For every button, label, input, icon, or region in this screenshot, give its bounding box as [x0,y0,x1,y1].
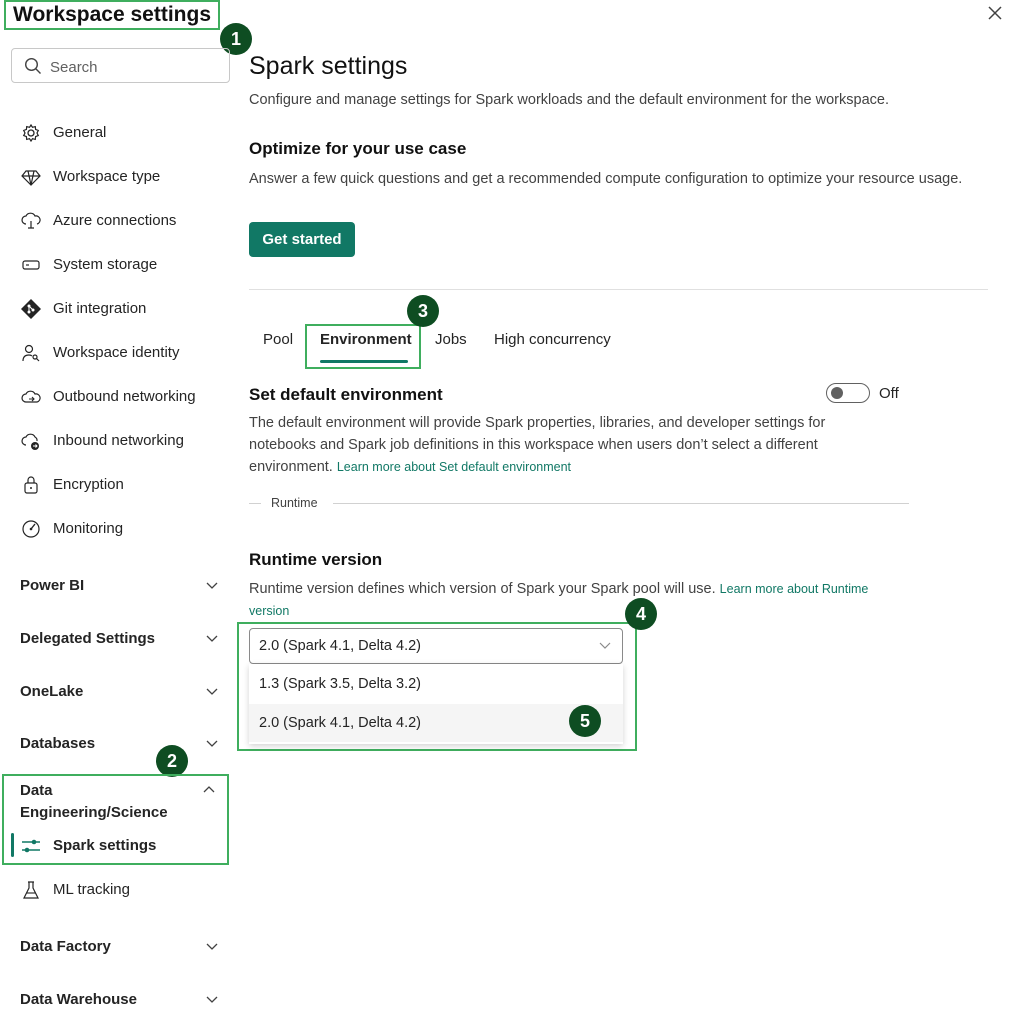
divider [249,289,988,290]
active-tab-indicator [320,360,408,363]
default-environment-toggle[interactable] [826,383,870,403]
cloud-arrow-in-icon [21,433,39,450]
dropdown-option[interactable]: 1.3 (Spark 3.5, Delta 3.2) [249,665,623,703]
main-description: Configure and manage settings for Spark … [249,92,889,108]
sliders-icon [22,839,40,853]
section-label: Power BI [20,577,85,594]
annotation-badge-4: 4 [625,598,657,630]
sidebar-item-system-storage[interactable]: System storage [20,251,225,279]
section-label: Databases [20,735,96,752]
option-label: 2.0 (Spark 4.1, Delta 4.2) [259,715,421,731]
sidebar-item-label: General [53,124,107,141]
dropdown-options-list: 1.3 (Spark 3.5, Delta 3.2) 2.0 (Spark 4.… [249,664,623,744]
sidebar-item-monitoring[interactable]: Monitoring [20,515,225,543]
sidebar-item-encryption[interactable]: Encryption [20,471,225,499]
runtime-version-dropdown[interactable]: 2.0 (Spark 4.1, Delta 4.2) [249,628,623,664]
search-icon [24,57,41,74]
sidebar-item-workspace-type[interactable]: Workspace type [20,163,225,191]
sidebar-item-ml-tracking[interactable]: ML tracking [20,876,225,904]
dropdown-option-selected[interactable]: 2.0 (Spark 4.1, Delta 4.2) [249,704,623,742]
sidebar-item-label: Monitoring [53,520,124,537]
section-label: Data Warehouse [20,991,137,1008]
flask-icon [23,881,39,899]
annotation-badge-2: 2 [156,745,188,777]
chevron-down-icon [599,642,611,649]
search-box[interactable] [11,48,230,83]
sidebar-item-label: Spark settings [53,837,157,854]
cloud-arrow-out-icon [21,390,41,403]
description-text: Runtime version defines which version of… [249,581,716,597]
learn-more-environment-link[interactable]: Learn more about Set default environment [337,460,571,474]
sidebar-item-label: Outbound networking [53,388,196,405]
sidebar-item-label: Workspace type [53,168,161,185]
toggle-knob [831,387,843,399]
get-started-button[interactable]: Get started [249,222,355,257]
search-input[interactable] [48,55,222,79]
chevron-down-icon [206,582,218,589]
page-title: Workspace settings [4,0,220,30]
close-icon[interactable] [984,2,1006,24]
default-environment-description: The default environment will provide Spa… [249,412,829,478]
person-key-icon [22,344,40,362]
runtime-divider-label: Runtime [271,496,318,510]
sidebar-item-workspace-identity[interactable]: Workspace identity [20,339,225,367]
main-title: Spark settings [249,52,408,80]
chevron-down-icon [206,688,218,695]
section-delegated-settings[interactable]: Delegated Settings [20,628,220,650]
dropdown-selected-value: 2.0 (Spark 4.1, Delta 4.2) [259,638,421,654]
active-indicator [11,833,14,857]
sidebar-item-label: Inbound networking [53,432,184,449]
sidebar-item-label: Workspace identity [53,344,180,361]
sidebar-item-outbound-networking[interactable]: Outbound networking [20,383,225,411]
sidebar-item-inbound-networking[interactable]: Inbound networking [20,427,225,455]
section-databases[interactable]: Databases [20,733,220,755]
divider [249,503,261,504]
sidebar-item-azure-connections[interactable]: Azure connections [20,207,225,235]
default-environment-title: Set default environment [249,385,443,404]
annotation-badge-3: 3 [407,295,439,327]
sidebar-item-label: System storage [53,256,158,273]
cloud-link-icon [21,212,41,229]
section-label: Data Factory [20,938,111,955]
divider [333,503,909,504]
sidebar-item-git-integration[interactable]: Git integration [20,295,225,323]
storage-icon [22,260,40,270]
tab-pool[interactable]: Pool [263,331,293,348]
tab-environment[interactable]: Environment [320,331,412,348]
diamond-icon [21,170,41,186]
chevron-down-icon [206,943,218,950]
tab-high-concurrency[interactable]: High concurrency [494,331,611,348]
chevron-down-icon [206,740,218,747]
section-label: Data Engineering/Science [20,782,168,821]
optimize-title: Optimize for your use case [249,139,467,158]
chevron-down-icon [206,996,218,1003]
section-label: OneLake [20,683,84,700]
section-data-factory[interactable]: Data Factory [20,936,220,958]
option-label: 1.3 (Spark 3.5, Delta 3.2) [259,676,421,692]
runtime-version-description: Runtime version defines which version of… [249,578,909,622]
sidebar-item-label: Encryption [53,476,124,493]
section-onelake[interactable]: OneLake [20,681,220,703]
git-icon [21,299,41,319]
sidebar-item-spark-settings[interactable]: Spark settings [20,832,225,860]
runtime-version-title: Runtime version [249,550,383,569]
annotation-badge-5: 5 [569,705,601,737]
sidebar-item-label: ML tracking [53,881,130,898]
sidebar-item-label: Git integration [53,300,147,317]
optimize-description: Answer a few quick questions and get a r… [249,171,963,187]
section-power-bi[interactable]: Power BI [20,575,220,597]
sidebar-item-label: Azure connections [53,212,177,229]
section-data-engineering[interactable]: Data Engineering/Science [20,780,170,824]
lock-icon [24,476,38,494]
gear-icon [22,123,40,143]
gauge-icon [22,520,40,538]
section-data-warehouse[interactable]: Data Warehouse [20,989,220,1011]
chevron-up-icon[interactable] [201,782,217,798]
sidebar-item-general[interactable]: General [20,119,225,147]
toggle-state-label: Off [879,385,899,402]
section-label: Delegated Settings [20,630,156,647]
tab-jobs[interactable]: Jobs [435,331,467,348]
chevron-down-icon [206,635,218,642]
